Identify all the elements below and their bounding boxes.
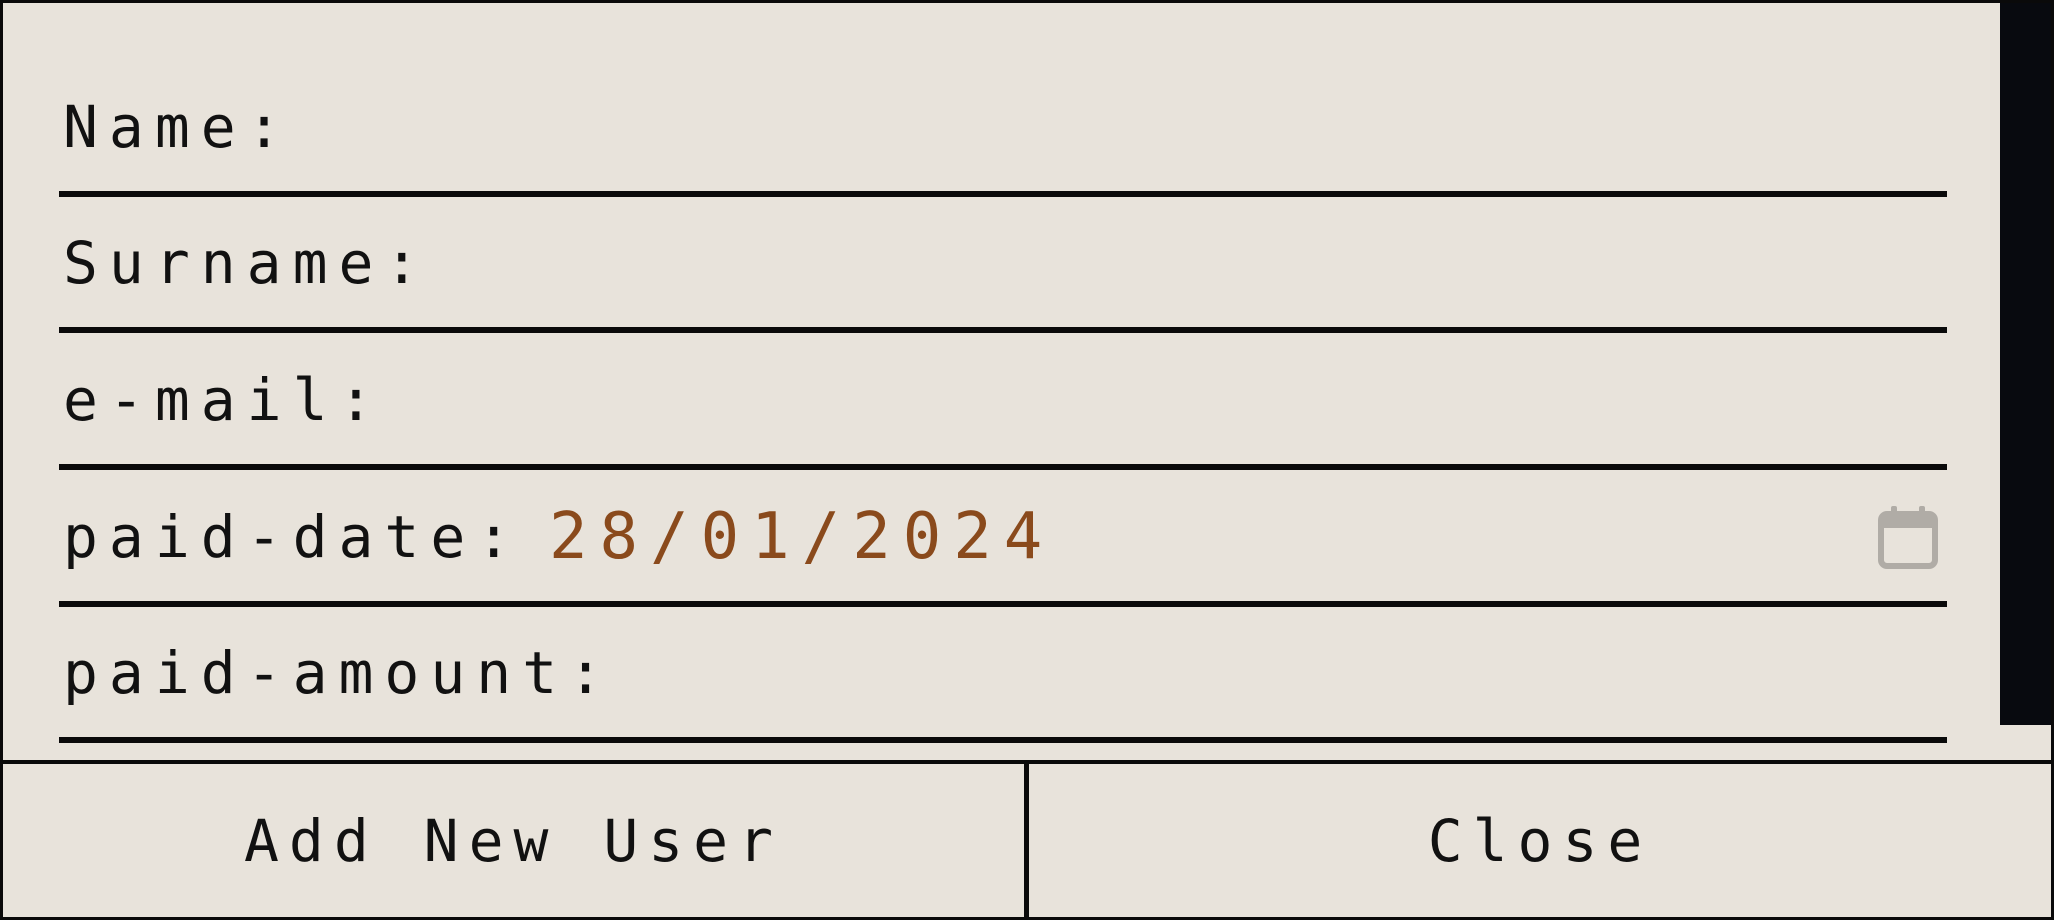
close-button[interactable]: Close (1029, 764, 2051, 917)
name-row: Name: (59, 63, 1947, 197)
calendar-icon[interactable] (1877, 504, 1939, 570)
surname-input[interactable] (419, 226, 1929, 300)
name-input[interactable] (289, 90, 1929, 164)
surname-label: Surname: (63, 229, 431, 297)
add-user-dialog: Name: Surname: e-mail: paid-date: 28/01/… (0, 0, 2054, 920)
paid-amount-input[interactable] (589, 636, 1929, 710)
paid-amount-label: paid-amount: (63, 639, 615, 707)
paid-date-row: paid-date: (59, 473, 1947, 607)
paid-date-input[interactable] (549, 500, 1829, 574)
email-input[interactable] (379, 363, 1929, 437)
paid-date-label: paid-date: (63, 503, 523, 571)
scrollbar[interactable] (2000, 3, 2051, 725)
user-form: Name: Surname: e-mail: paid-date: 28/01/… (3, 3, 2051, 760)
email-row: e-mail: (59, 336, 1947, 470)
button-bar: Add New User Close (3, 760, 2051, 917)
email-label: e-mail: (63, 366, 385, 434)
name-label: Name: (63, 93, 293, 161)
paid-amount-row: paid-amount: (59, 609, 1947, 743)
surname-row: Surname: (59, 199, 1947, 333)
add-new-user-button[interactable]: Add New User (3, 764, 1029, 917)
